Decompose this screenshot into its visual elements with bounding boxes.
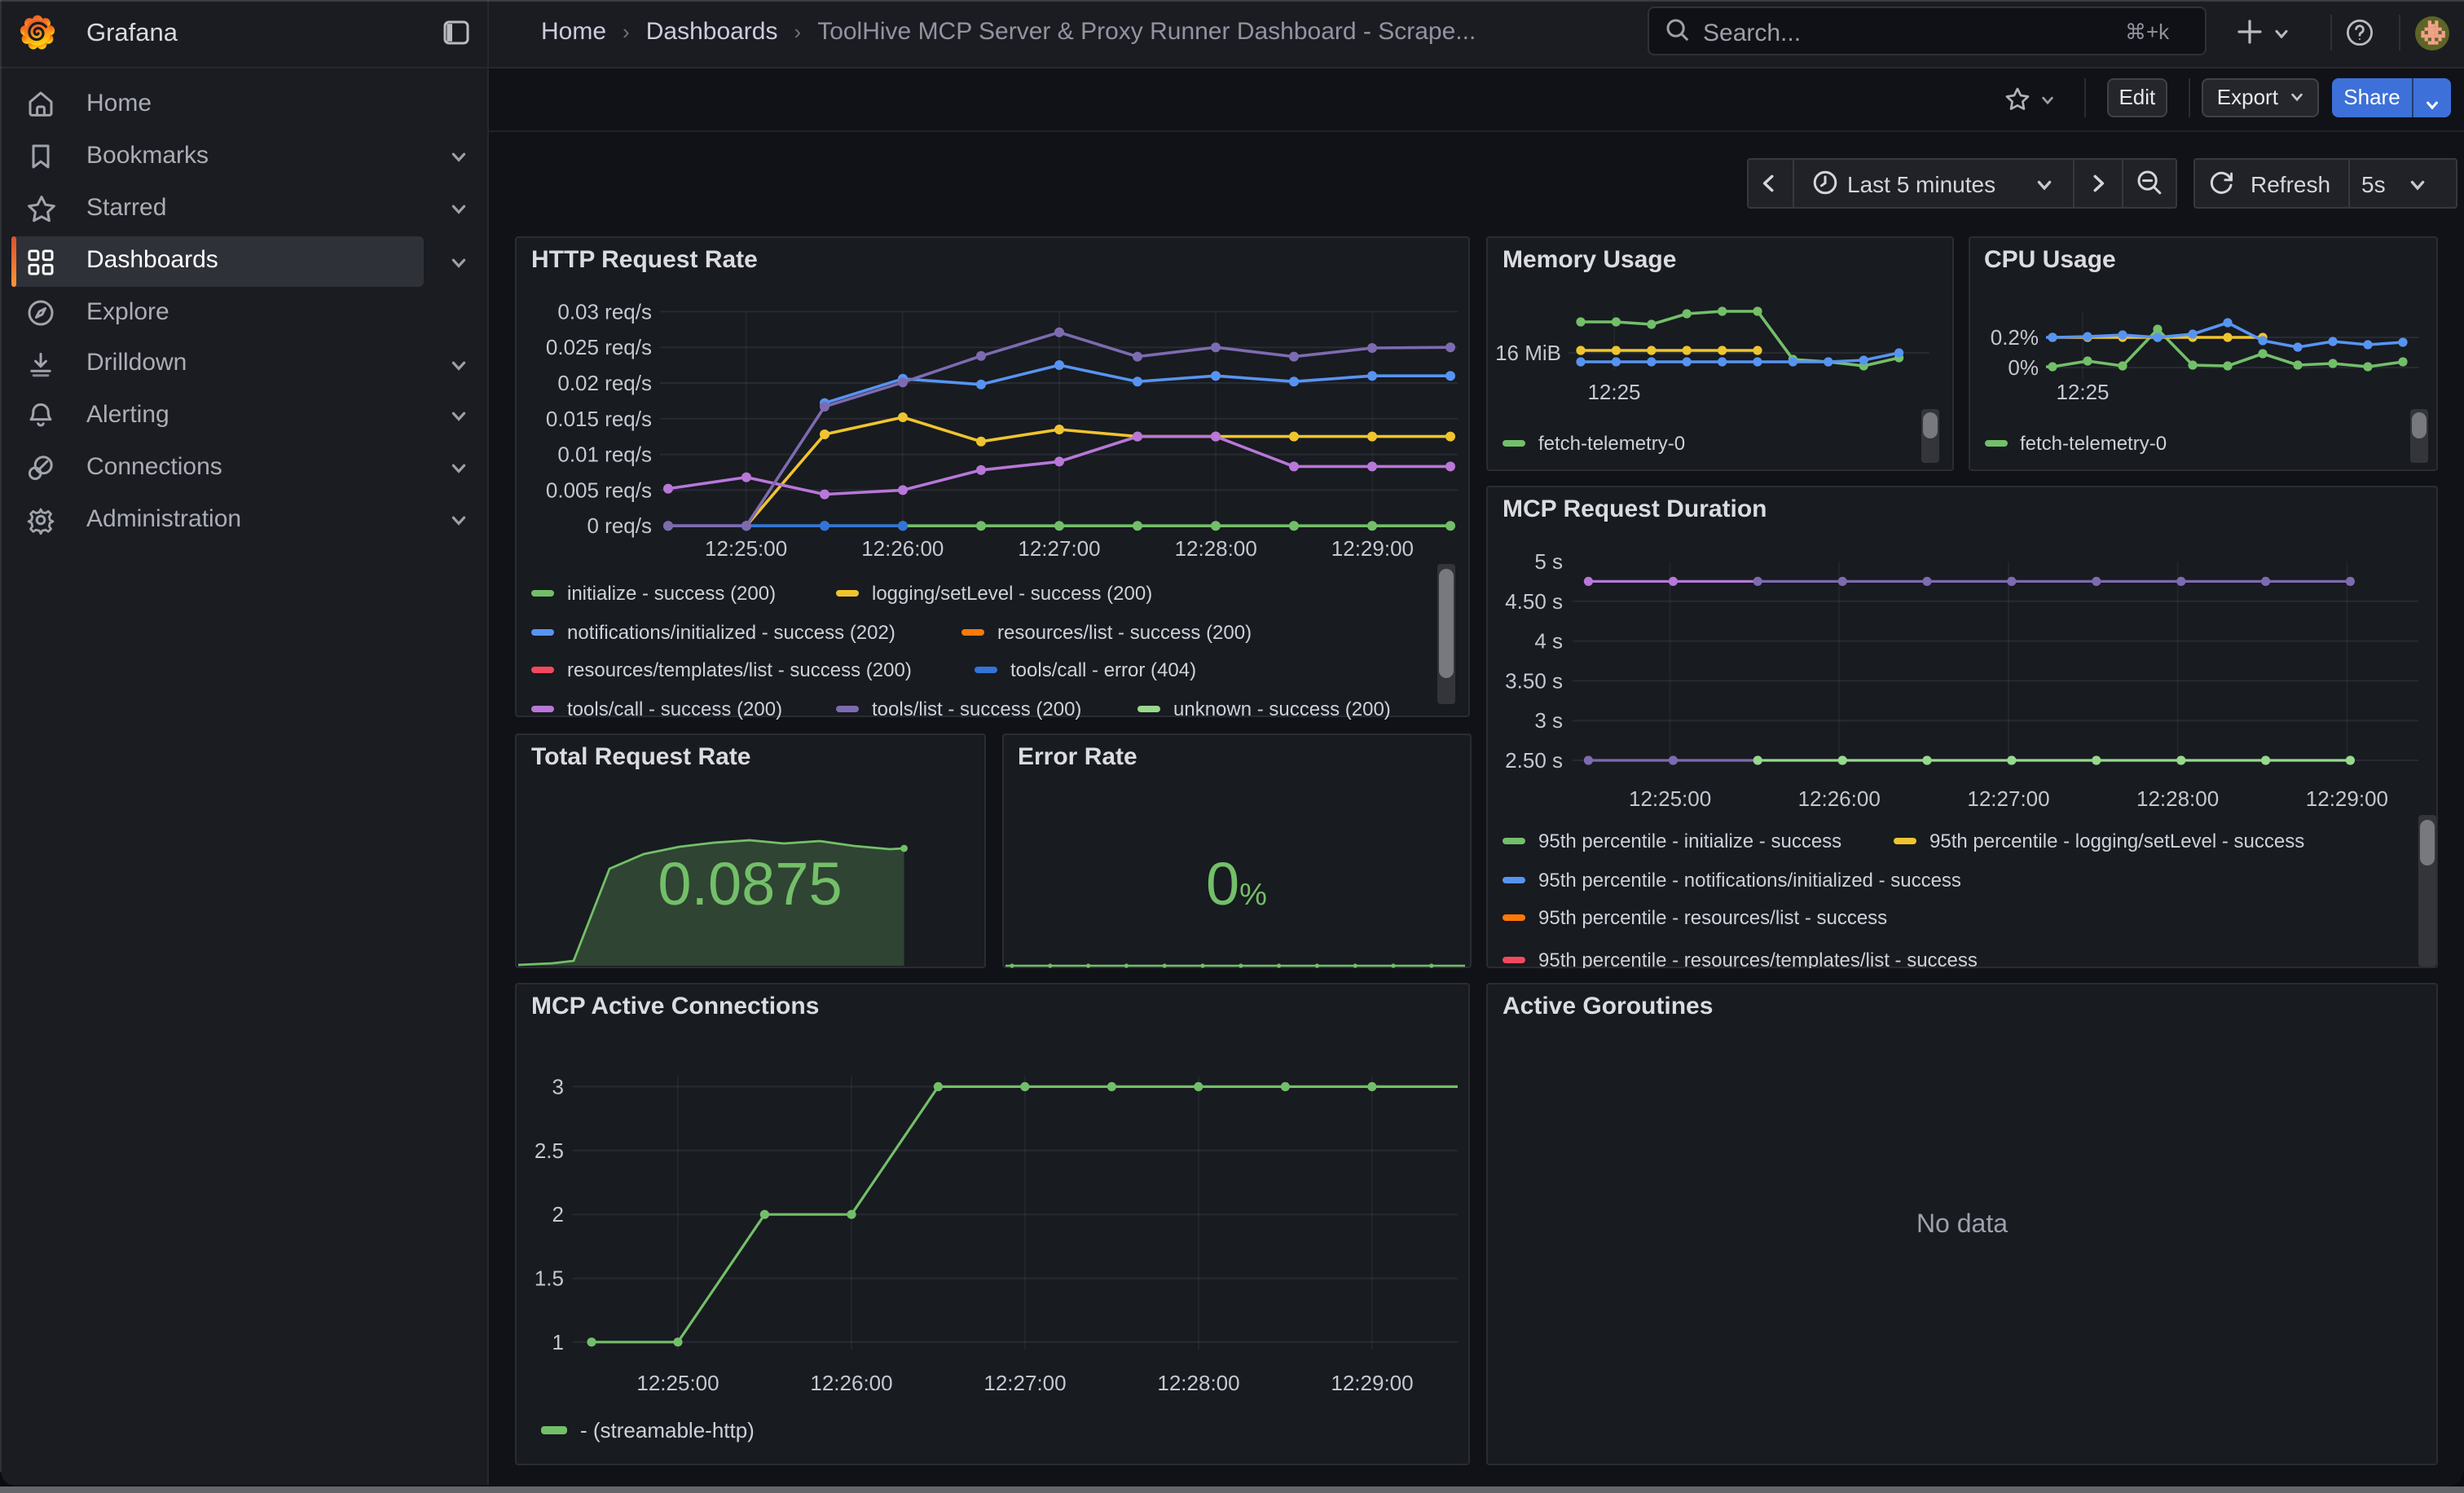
svg-text:0.015 req/s: 0.015 req/s <box>546 407 652 431</box>
svg-text:12:25: 12:25 <box>2055 380 2108 404</box>
svg-text:12:28:00: 12:28:00 <box>1175 536 1257 561</box>
svg-text:3: 3 <box>552 1073 564 1098</box>
svg-text:16 MiB: 16 MiB <box>1495 341 1561 365</box>
svg-text:12:25:00: 12:25:00 <box>705 536 787 561</box>
svg-text:12:26:00: 12:26:00 <box>810 1370 892 1394</box>
svg-text:12:29:00: 12:29:00 <box>1331 1370 1413 1394</box>
svg-text:0.005 req/s: 0.005 req/s <box>546 478 652 502</box>
svg-text:12:27:00: 12:27:00 <box>1018 536 1100 561</box>
svg-text:2: 2 <box>552 1201 564 1226</box>
svg-text:12:25: 12:25 <box>1587 380 1640 404</box>
svg-text:12:27:00: 12:27:00 <box>983 1370 1066 1394</box>
svg-text:0.03 req/s: 0.03 req/s <box>557 299 652 324</box>
svg-text:1.5: 1.5 <box>535 1266 564 1290</box>
svg-text:0.2%: 0.2% <box>1990 325 2038 350</box>
svg-text:2.5: 2.5 <box>535 1138 564 1162</box>
svg-text:12:26:00: 12:26:00 <box>861 536 944 561</box>
svg-text:12:29:00: 12:29:00 <box>1331 536 1414 561</box>
svg-text:1: 1 <box>552 1329 564 1354</box>
svg-text:0.02 req/s: 0.02 req/s <box>557 371 652 395</box>
svg-text:12:25:00: 12:25:00 <box>636 1370 719 1394</box>
svg-text:0%: 0% <box>2007 355 2038 380</box>
svg-text:12:28:00: 12:28:00 <box>1157 1370 1239 1394</box>
svg-text:0 req/s: 0 req/s <box>587 513 653 538</box>
svg-text:0.025 req/s: 0.025 req/s <box>546 335 652 359</box>
svg-text:0.01 req/s: 0.01 req/s <box>557 443 652 467</box>
